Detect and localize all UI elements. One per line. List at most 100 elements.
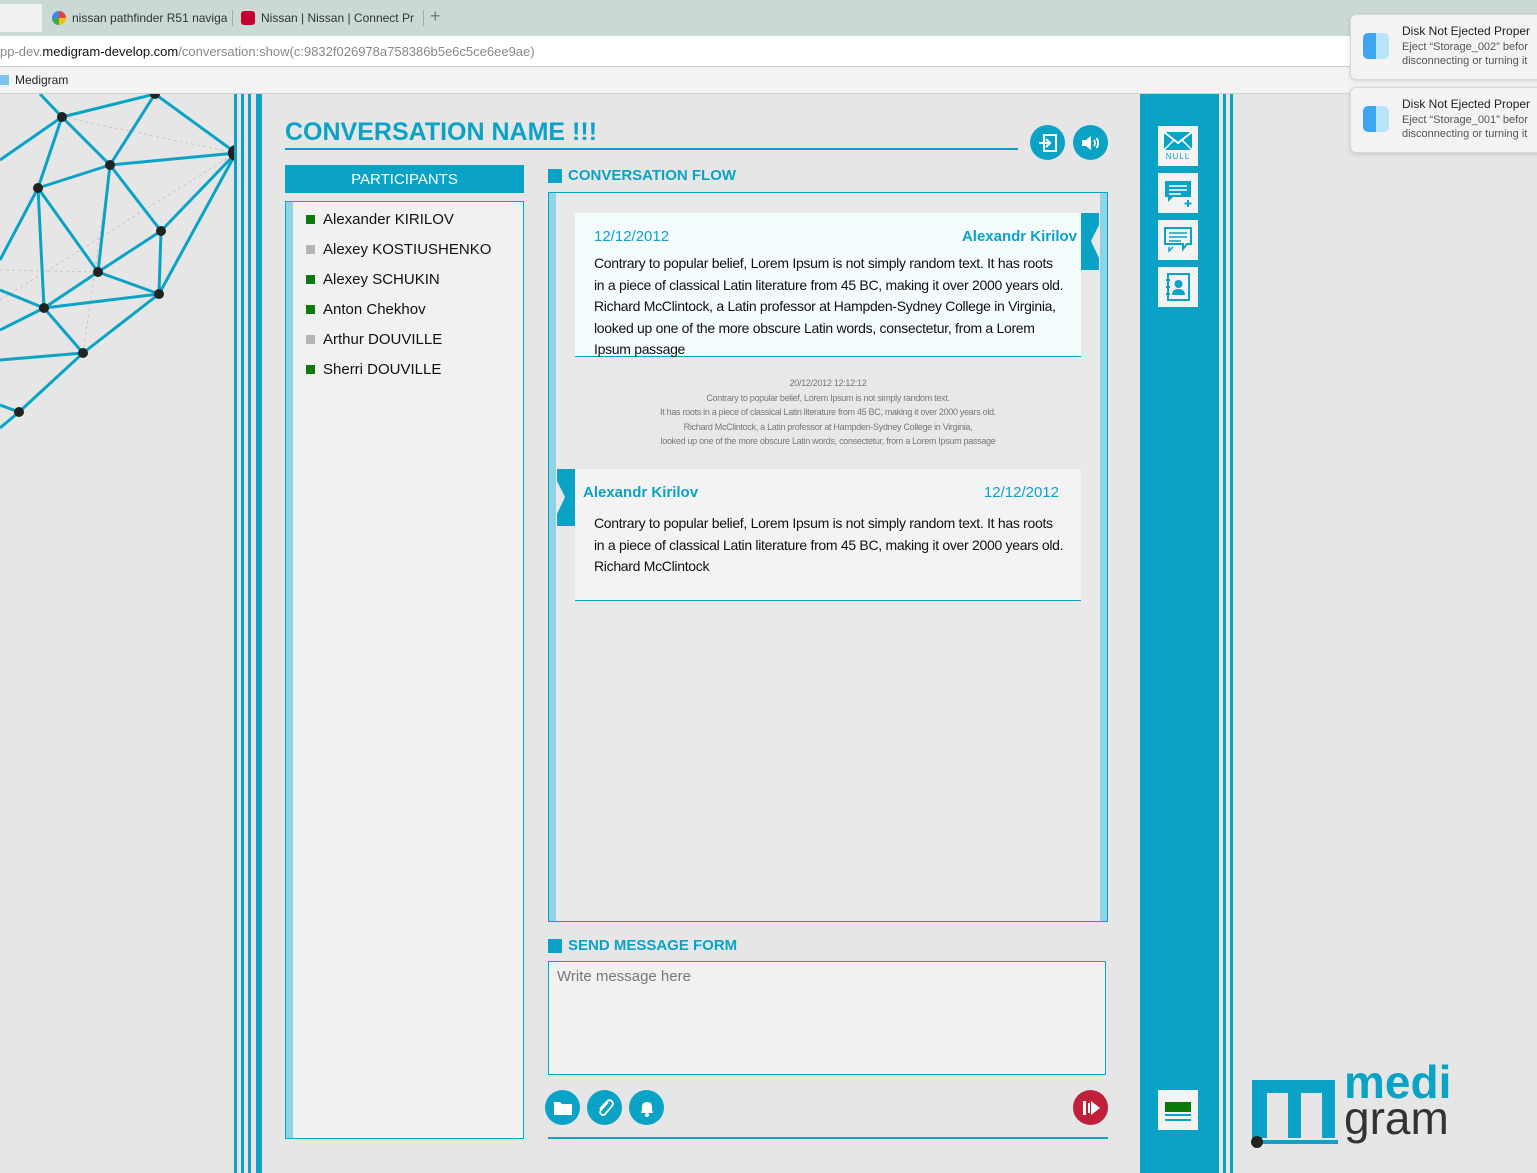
- address-bar[interactable]: pp-dev.medigram-develop.com/conversation…: [0, 36, 1537, 67]
- bookmarks-bar: Medigram: [0, 67, 1537, 94]
- system-note-line: looked up one of the more obscure Latin …: [660, 436, 996, 446]
- participant-name: Alexey KOSTIUSHENKO: [323, 241, 492, 258]
- bell-icon: [640, 1101, 653, 1117]
- logo-text-gram: gram: [1344, 1092, 1449, 1144]
- participant-item[interactable]: Arthur DOUVILLE: [306, 331, 442, 348]
- google-icon: [52, 11, 66, 25]
- paperclip-icon: [598, 1098, 614, 1116]
- browser-tab-bar: nissan pathfinder R51 naviga Nissan | Ni…: [0, 0, 1537, 36]
- divider-stripe: [248, 94, 251, 1173]
- bookmark-label: Medigram: [15, 73, 69, 87]
- section-label-text: SEND MESSAGE FORM: [568, 937, 738, 954]
- message-input[interactable]: [548, 961, 1106, 1075]
- url-path: /conversation:show(c:9832f026978a758386b…: [178, 44, 535, 59]
- system-note: 20/12/2012 12:12:12 Contrary to popular …: [575, 376, 1081, 449]
- divider-stripe: [241, 94, 244, 1173]
- conversation-title: CONVERSATION NAME !!!: [285, 118, 598, 146]
- url-text[interactable]: pp-dev.medigram-develop.com/conversation…: [0, 44, 535, 59]
- system-note-timestamp: 20/12/2012 12:12:12: [789, 378, 867, 388]
- notification-line: disconnecting or turning it: [1402, 55, 1528, 67]
- audio-record-icon: [1082, 1100, 1100, 1115]
- notification-body: Eject “Storage_001” befor disconnecting …: [1402, 113, 1528, 141]
- contacts-button[interactable]: [1158, 267, 1198, 307]
- tab-label: nissan pathfinder R51 naviga: [72, 11, 228, 25]
- hamburger-menu-icon: [1165, 1102, 1191, 1121]
- notify-button[interactable]: [629, 1090, 664, 1125]
- participant-item[interactable]: Sherri DOUVILLE: [306, 361, 441, 378]
- sound-toggle-button[interactable]: [1073, 125, 1108, 160]
- address-book-icon: [1166, 273, 1190, 301]
- url-host: medigram-develop.com: [42, 44, 179, 59]
- bookmark-medigram[interactable]: Medigram: [0, 73, 68, 87]
- notification-title: Disk Not Ejected Proper: [1402, 97, 1531, 111]
- conversations-button[interactable]: [1158, 220, 1198, 260]
- status-indicator: [306, 275, 315, 284]
- tab-separator: [232, 10, 233, 26]
- tab-label: Nissan | Nissan | Connect Pr: [261, 11, 414, 25]
- folder-icon: [553, 1101, 572, 1115]
- message-date: 12/12/2012: [594, 228, 670, 245]
- folder-icon: [0, 75, 9, 85]
- divider-stripe: [234, 94, 237, 1173]
- chat-bubbles-icon: [1164, 227, 1192, 253]
- browser-tab-nissan-connect[interactable]: Nissan | Nissan | Connect Pr: [241, 4, 417, 32]
- participant-name: Arthur DOUVILLE: [323, 331, 443, 348]
- section-marker: [548, 938, 562, 953]
- folder-button[interactable]: [545, 1090, 580, 1125]
- message-tail-right: [1081, 213, 1099, 270]
- nissan-icon: [241, 11, 255, 25]
- participant-name: Alexander KIRILOV: [323, 211, 454, 228]
- new-tab-button[interactable]: +: [430, 6, 441, 27]
- status-indicator: [306, 215, 315, 224]
- participant-name: Anton Chekhov: [323, 301, 426, 318]
- message-body: Contrary to popular belief, Lorem Ipsum …: [594, 515, 1064, 574]
- url-prefix: pp-dev.: [0, 44, 43, 59]
- notification-line: disconnecting or turning it: [1402, 128, 1528, 140]
- message-tail-left: [557, 469, 575, 526]
- participants-list: Alexander KIRILOV Alexey KOSTIUSHENKO Alex…: [285, 201, 524, 1139]
- status-indicator: [306, 365, 315, 374]
- notification-disk-not-ejected[interactable]: Disk Not Ejected Proper Eject “Storage_0…: [1350, 14, 1537, 80]
- send-message-form-label: SEND MESSAGE FORM: [548, 937, 737, 954]
- message-author[interactable]: Alexandr Kirilov: [962, 228, 1077, 245]
- exit-icon: [1038, 133, 1057, 152]
- status-indicator: [306, 305, 315, 314]
- scrollbar-track[interactable]: [1100, 193, 1107, 921]
- browser-tab-nissan-search[interactable]: nissan pathfinder R51 naviga: [52, 4, 228, 32]
- chat-add-icon: [1165, 181, 1192, 207]
- message-outgoing: 12/12/2012 Alexandr Kirilov Contrary to …: [575, 213, 1081, 357]
- new-conversation-button[interactable]: [1158, 173, 1198, 213]
- network-graphic: [0, 94, 235, 430]
- notification-line: Eject “Storage_002” befor: [1402, 41, 1528, 53]
- finder-icon: [1363, 106, 1389, 132]
- section-marker: [548, 168, 562, 183]
- participant-item[interactable]: Alexey KOSTIUSHENKO: [306, 241, 491, 258]
- tab-separator: [423, 10, 424, 26]
- leave-conversation-button[interactable]: [1030, 125, 1065, 160]
- menu-button[interactable]: [1158, 1090, 1198, 1130]
- title-underline: [285, 148, 1018, 150]
- list-accent-bar: [286, 202, 293, 1138]
- system-note-line: It has roots in a piece of classical Lat…: [660, 407, 996, 417]
- conversation-flow-label: CONVERSATION FLOW: [548, 167, 736, 184]
- status-indicator: [306, 335, 315, 344]
- system-note-line: Richard McClintock, a Latin professor at…: [683, 421, 973, 432]
- message-incoming: Alexandr Kirilov 12/12/2012 Contrary to …: [575, 469, 1081, 601]
- system-note-line: Contrary to popular belief, Lorem Ipsum …: [706, 392, 950, 403]
- message-date: 12/12/2012: [983, 484, 1059, 501]
- medigram-logo: medi gram: [1250, 1058, 1465, 1157]
- participant-item[interactable]: Alexander KIRILOV: [306, 211, 454, 228]
- participant-item[interactable]: Anton Chekhov: [306, 301, 426, 318]
- panel-accent-bar: [549, 193, 556, 921]
- inbox-button[interactable]: NULL: [1158, 126, 1198, 166]
- notification-title: Disk Not Ejected Proper: [1402, 24, 1531, 38]
- message-author[interactable]: Alexandr Kirilov: [583, 484, 698, 501]
- participant-item[interactable]: Alexey SCHUKIN: [306, 271, 440, 288]
- record-audio-button[interactable]: [1073, 1090, 1108, 1125]
- browser-tab-active[interactable]: [0, 4, 42, 32]
- notification-disk-not-ejected[interactable]: Disk Not Ejected Proper Eject “Storage_0…: [1350, 87, 1537, 153]
- participants-header: PARTICIPANTS: [285, 165, 524, 193]
- message-body: Contrary to popular belief, Lorem Ipsum …: [594, 255, 1064, 357]
- attach-button[interactable]: [587, 1090, 622, 1125]
- section-label-text: CONVERSATION FLOW: [568, 167, 737, 184]
